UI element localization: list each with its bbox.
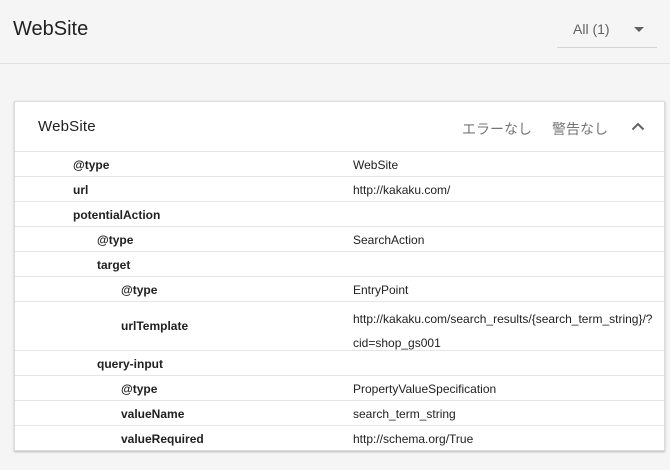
card-title: WebSite	[38, 118, 96, 135]
table-row: url http://kakaku.com/	[15, 177, 664, 202]
table-row: @type EntryPoint	[15, 277, 664, 302]
property-key: @type	[73, 158, 110, 172]
filter-label: All (1)	[573, 21, 610, 37]
property-key: @type	[121, 283, 158, 297]
table-row: valueName search_term_string	[15, 401, 664, 426]
property-key: target	[97, 258, 131, 272]
property-key: url	[73, 183, 89, 197]
table-row: @type SearchAction	[15, 227, 664, 252]
property-value: search_term_string	[353, 407, 456, 421]
property-value: http://schema.org/True	[353, 432, 474, 446]
property-value: http://kakaku.com/	[353, 183, 451, 197]
table-row: target	[15, 252, 664, 277]
property-key: @type	[121, 382, 158, 396]
properties-table: @type WebSite url http://kakaku.com/ pot…	[15, 152, 664, 451]
chevron-up-icon	[631, 122, 645, 131]
result-card: WebSite エラーなし 警告なし @type WebSite url htt…	[14, 101, 665, 451]
property-value: WebSite	[353, 158, 399, 172]
table-row: urlTemplate http://kakaku.com/search_res…	[15, 302, 664, 351]
page-title: WebSite	[13, 18, 89, 40]
property-value: PropertyValueSpecification	[353, 382, 497, 396]
property-key: urlTemplate	[121, 319, 189, 333]
table-row: potentialAction	[15, 202, 664, 227]
property-key: potentialAction	[73, 208, 161, 222]
collapse-button[interactable]	[627, 116, 649, 138]
filter-dropdown[interactable]: All (1)	[557, 12, 657, 48]
header: WebSite All (1)	[0, 0, 670, 64]
property-key: valueName	[121, 407, 185, 421]
property-value: SearchAction	[353, 233, 425, 247]
property-value: http://kakaku.com/search_results/{search…	[353, 312, 653, 350]
table-row: @type PropertyValueSpecification	[15, 376, 664, 401]
errors-status: エラーなし	[462, 121, 532, 137]
property-value: EntryPoint	[353, 283, 409, 297]
warnings-status: 警告なし	[552, 121, 608, 137]
table-row: query-input	[15, 351, 664, 376]
property-key: valueRequired	[121, 432, 204, 446]
property-key: query-input	[97, 357, 163, 371]
chevron-down-icon	[634, 27, 644, 32]
property-key: @type	[97, 233, 134, 247]
table-row: @type WebSite	[15, 152, 664, 177]
card-header[interactable]: WebSite エラーなし 警告なし	[15, 102, 664, 152]
table-row: valueRequired http://schema.org/True	[15, 426, 664, 451]
